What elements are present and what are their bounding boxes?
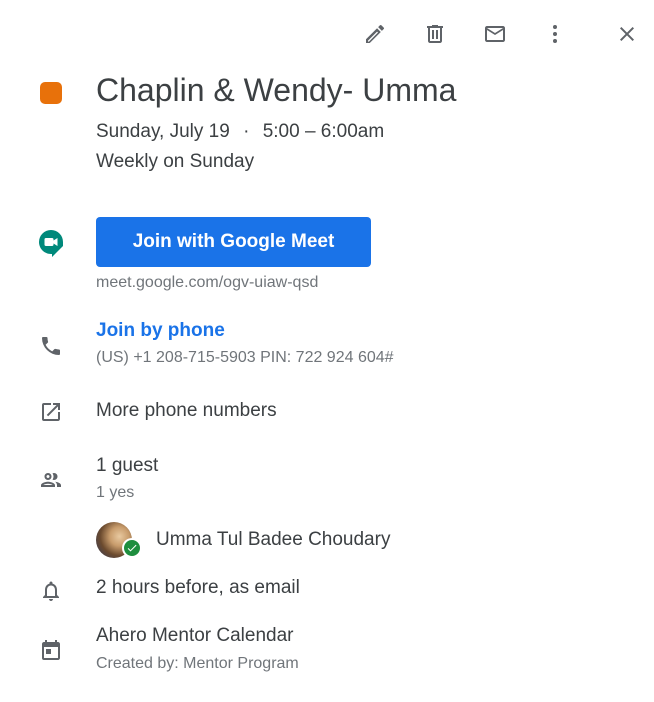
join-google-meet-button[interactable]: Join with Google Meet: [96, 217, 371, 267]
more-phone-numbers-link[interactable]: More phone numbers: [96, 400, 277, 422]
join-by-phone-link[interactable]: Join by phone: [96, 320, 225, 342]
guest-row[interactable]: Umma Tul Badee Choudary: [96, 522, 456, 560]
more-options-button[interactable]: [535, 14, 575, 54]
reminder-text: 2 hours before, as email: [96, 577, 300, 598]
accepted-check-icon: [122, 538, 142, 558]
phone-icon: [38, 333, 64, 359]
event-datetime: Sunday, July 19 · 5:00 – 6:00am: [96, 121, 384, 143]
google-meet-icon: [38, 229, 64, 257]
more-vert-icon: [553, 25, 557, 43]
guest-responses: 1 yes: [96, 484, 135, 501]
datetime-separator: ·: [243, 121, 250, 142]
pencil-icon: [366, 24, 385, 43]
meet-link[interactable]: meet.google.com/ogv-uiaw-qsd: [96, 274, 318, 292]
calendar-icon: [38, 637, 64, 663]
mail-icon: [485, 26, 505, 42]
event-color-swatch: [40, 82, 62, 104]
guest-name: Umma Tul Badee Choudary: [156, 529, 391, 550]
close-icon: [620, 27, 634, 41]
email-guests-button[interactable]: [475, 14, 515, 54]
delete-button[interactable]: [415, 14, 455, 54]
open-in-new-icon: [38, 399, 64, 425]
event-time: 5:00 – 6:00am: [262, 121, 385, 142]
edit-button[interactable]: [355, 14, 395, 54]
guest-count: 1 guest: [96, 455, 159, 476]
event-date: Sunday, July 19: [96, 121, 230, 142]
trash-icon: [427, 25, 443, 43]
close-button[interactable]: [607, 14, 647, 54]
bell-icon: [38, 578, 64, 604]
people-icon: [38, 467, 64, 493]
calendar-creator: Created by: Mentor Program: [96, 655, 299, 672]
event-title: Chaplin & Wendy- Umma: [96, 72, 457, 108]
phone-detail: (US) +1 208-715-5903 PIN: 722 924 604#: [96, 349, 394, 366]
calendar-name: Ahero Mentor Calendar: [96, 625, 294, 646]
event-recurrence: Weekly on Sunday: [96, 151, 255, 172]
